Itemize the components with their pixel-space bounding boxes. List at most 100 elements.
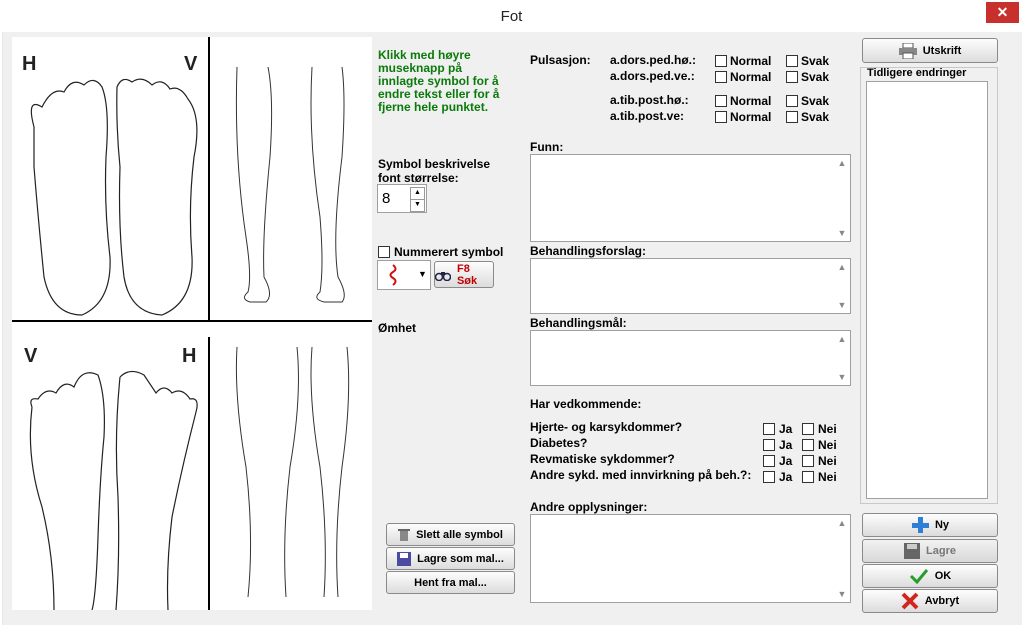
load-template-button[interactable]: Hent fra mal...: [386, 571, 515, 594]
search-button-label: F8 Søk: [456, 262, 478, 287]
pulse-weak-label: Svak: [801, 70, 830, 84]
history-question: Hjerte- og karsykdommer?: [530, 420, 683, 434]
pulse-weak-label: Svak: [801, 110, 830, 124]
history-no-checkbox[interactable]: [802, 471, 814, 483]
pulse-weak-checkbox[interactable]: [786, 95, 798, 107]
foot-diagram[interactable]: H V V H: [12, 37, 372, 611]
save-button-label: Lagre: [926, 545, 956, 557]
history-yes-checkbox[interactable]: [763, 471, 775, 483]
pulse-normal-checkbox[interactable]: [715, 71, 727, 83]
spin-down-button[interactable]: ▼: [410, 199, 425, 212]
pulse-weak-checkbox[interactable]: [786, 71, 798, 83]
load-template-label: Hent fra mal...: [414, 576, 487, 589]
cancel-x-icon: [901, 592, 919, 610]
save-template-label: Lagre som mal...: [417, 552, 504, 565]
new-button[interactable]: Ny: [862, 513, 998, 537]
symbol-select[interactable]: ▼: [377, 260, 431, 290]
history-no-label: Nei: [818, 470, 837, 484]
delete-all-symbols-button[interactable]: Slett alle symbol: [386, 523, 515, 546]
history-no-label: Nei: [818, 422, 837, 436]
numbered-symbol-label: Nummerert symbol: [394, 245, 504, 259]
scrollbar[interactable]: ▲ ▼: [835, 516, 849, 601]
font-size-label: font størrelse:: [378, 171, 459, 185]
print-button-label: Utskrift: [922, 44, 962, 57]
chevron-down-icon: ▼: [418, 269, 427, 279]
funn-label: Funn:: [530, 140, 564, 154]
symbol-desc-label: Symbol beskrivelse: [378, 157, 491, 171]
pulse-row-name: a.tib.post.ve:: [610, 109, 685, 123]
trash-icon: [398, 528, 411, 541]
pulse-row-name: a.dors.ped.hø.:: [610, 53, 697, 67]
delete-all-label: Slett alle symbol: [416, 528, 503, 541]
title-bar: Fot ✕: [0, 0, 1023, 32]
instruction-text: Klikk med høyre museknapp på innlagte sy…: [378, 48, 500, 114]
omhet-label: Ømhet: [378, 321, 417, 335]
search-button[interactable]: F8 Søk: [434, 261, 494, 288]
pulse-weak-checkbox[interactable]: [786, 111, 798, 123]
pulse-weak-label: Svak: [801, 94, 830, 108]
label-top-right: V: [184, 53, 198, 75]
scrollbar[interactable]: ▲ ▼: [835, 332, 849, 384]
funn-textarea[interactable]: ▲ ▼: [530, 154, 851, 242]
squiggle-symbol-icon: [389, 264, 397, 286]
history-yes-checkbox[interactable]: [763, 439, 775, 451]
floppy-icon: [904, 543, 921, 559]
ok-button[interactable]: OK: [862, 564, 998, 588]
history-question: Diabetes?: [530, 436, 588, 450]
label-bottom-left: V: [24, 345, 38, 367]
checkmark-icon: [909, 569, 928, 584]
font-size-spinner[interactable]: 8 ▲ ▼: [377, 184, 427, 213]
save-template-button[interactable]: Lagre som mal...: [386, 547, 515, 570]
andre-opplysninger-textarea[interactable]: ▲ ▼: [530, 514, 851, 603]
behandlingsforslag-label: Behandlingsforslag:: [530, 244, 647, 258]
history-no-label: Nei: [818, 454, 837, 468]
pulse-label: Pulsasjon:: [530, 53, 591, 67]
pulse-weak-label: Svak: [801, 54, 830, 68]
window-title: Fot: [500, 8, 523, 25]
history-yes-label: Ja: [779, 438, 793, 452]
behandlingsmal-label: Behandlingsmål:: [530, 316, 627, 330]
behandlingsmal-textarea[interactable]: ▲ ▼: [530, 330, 851, 386]
cancel-button[interactable]: Avbryt: [862, 589, 998, 613]
binoculars-icon: [435, 271, 451, 281]
label-top-left: H: [22, 53, 37, 75]
pulse-normal-label: Normal: [730, 110, 772, 124]
pulse-row-name: a.tib.post.hø.:: [610, 93, 689, 107]
history-no-checkbox[interactable]: [802, 423, 814, 435]
save-button[interactable]: Lagre: [862, 539, 998, 563]
history-no-checkbox[interactable]: [802, 439, 814, 451]
font-size-value: 8: [382, 190, 391, 207]
scrollbar[interactable]: ▲ ▼: [835, 156, 849, 240]
history-no-checkbox[interactable]: [802, 455, 814, 467]
pulse-weak-checkbox[interactable]: [786, 55, 798, 67]
behandlingsforslag-textarea[interactable]: ▲ ▼: [530, 258, 851, 314]
history-question: Revmatiske sykdommer?: [530, 452, 675, 466]
plus-icon: [911, 517, 929, 533]
pulse-normal-checkbox[interactable]: [715, 111, 727, 123]
pulse-normal-label: Normal: [730, 70, 772, 84]
history-yes-label: Ja: [779, 422, 793, 436]
pulse-normal-checkbox[interactable]: [715, 55, 727, 67]
close-button[interactable]: ✕: [986, 2, 1019, 23]
history-no-label: Nei: [818, 438, 837, 452]
ok-button-label: OK: [934, 570, 952, 582]
pulse-normal-label: Normal: [730, 54, 772, 68]
pulse-normal-label: Normal: [730, 94, 772, 108]
history-yes-checkbox[interactable]: [763, 423, 775, 435]
changes-label: Tidligere endringer: [867, 67, 967, 79]
pulse-row-name: a.dors.ped.ve.:: [610, 69, 695, 83]
history-heading: Har vedkommende:: [530, 397, 642, 411]
numbered-symbol-checkbox[interactable]: [378, 246, 390, 258]
changes-list[interactable]: [866, 81, 988, 499]
pulse-normal-checkbox[interactable]: [715, 95, 727, 107]
cancel-button-label: Avbryt: [924, 595, 960, 607]
label-bottom-right: H: [182, 345, 197, 367]
foot-diagram-drawing: [12, 37, 372, 611]
print-button[interactable]: Utskrift: [862, 38, 998, 63]
scrollbar[interactable]: ▲ ▼: [835, 260, 849, 312]
history-yes-label: Ja: [779, 470, 793, 484]
history-yes-checkbox[interactable]: [763, 455, 775, 467]
floppy-icon: [397, 551, 412, 566]
new-button-label: Ny: [934, 519, 950, 531]
history-question: Andre sykd. med innvirkning på beh.?:: [530, 468, 752, 482]
